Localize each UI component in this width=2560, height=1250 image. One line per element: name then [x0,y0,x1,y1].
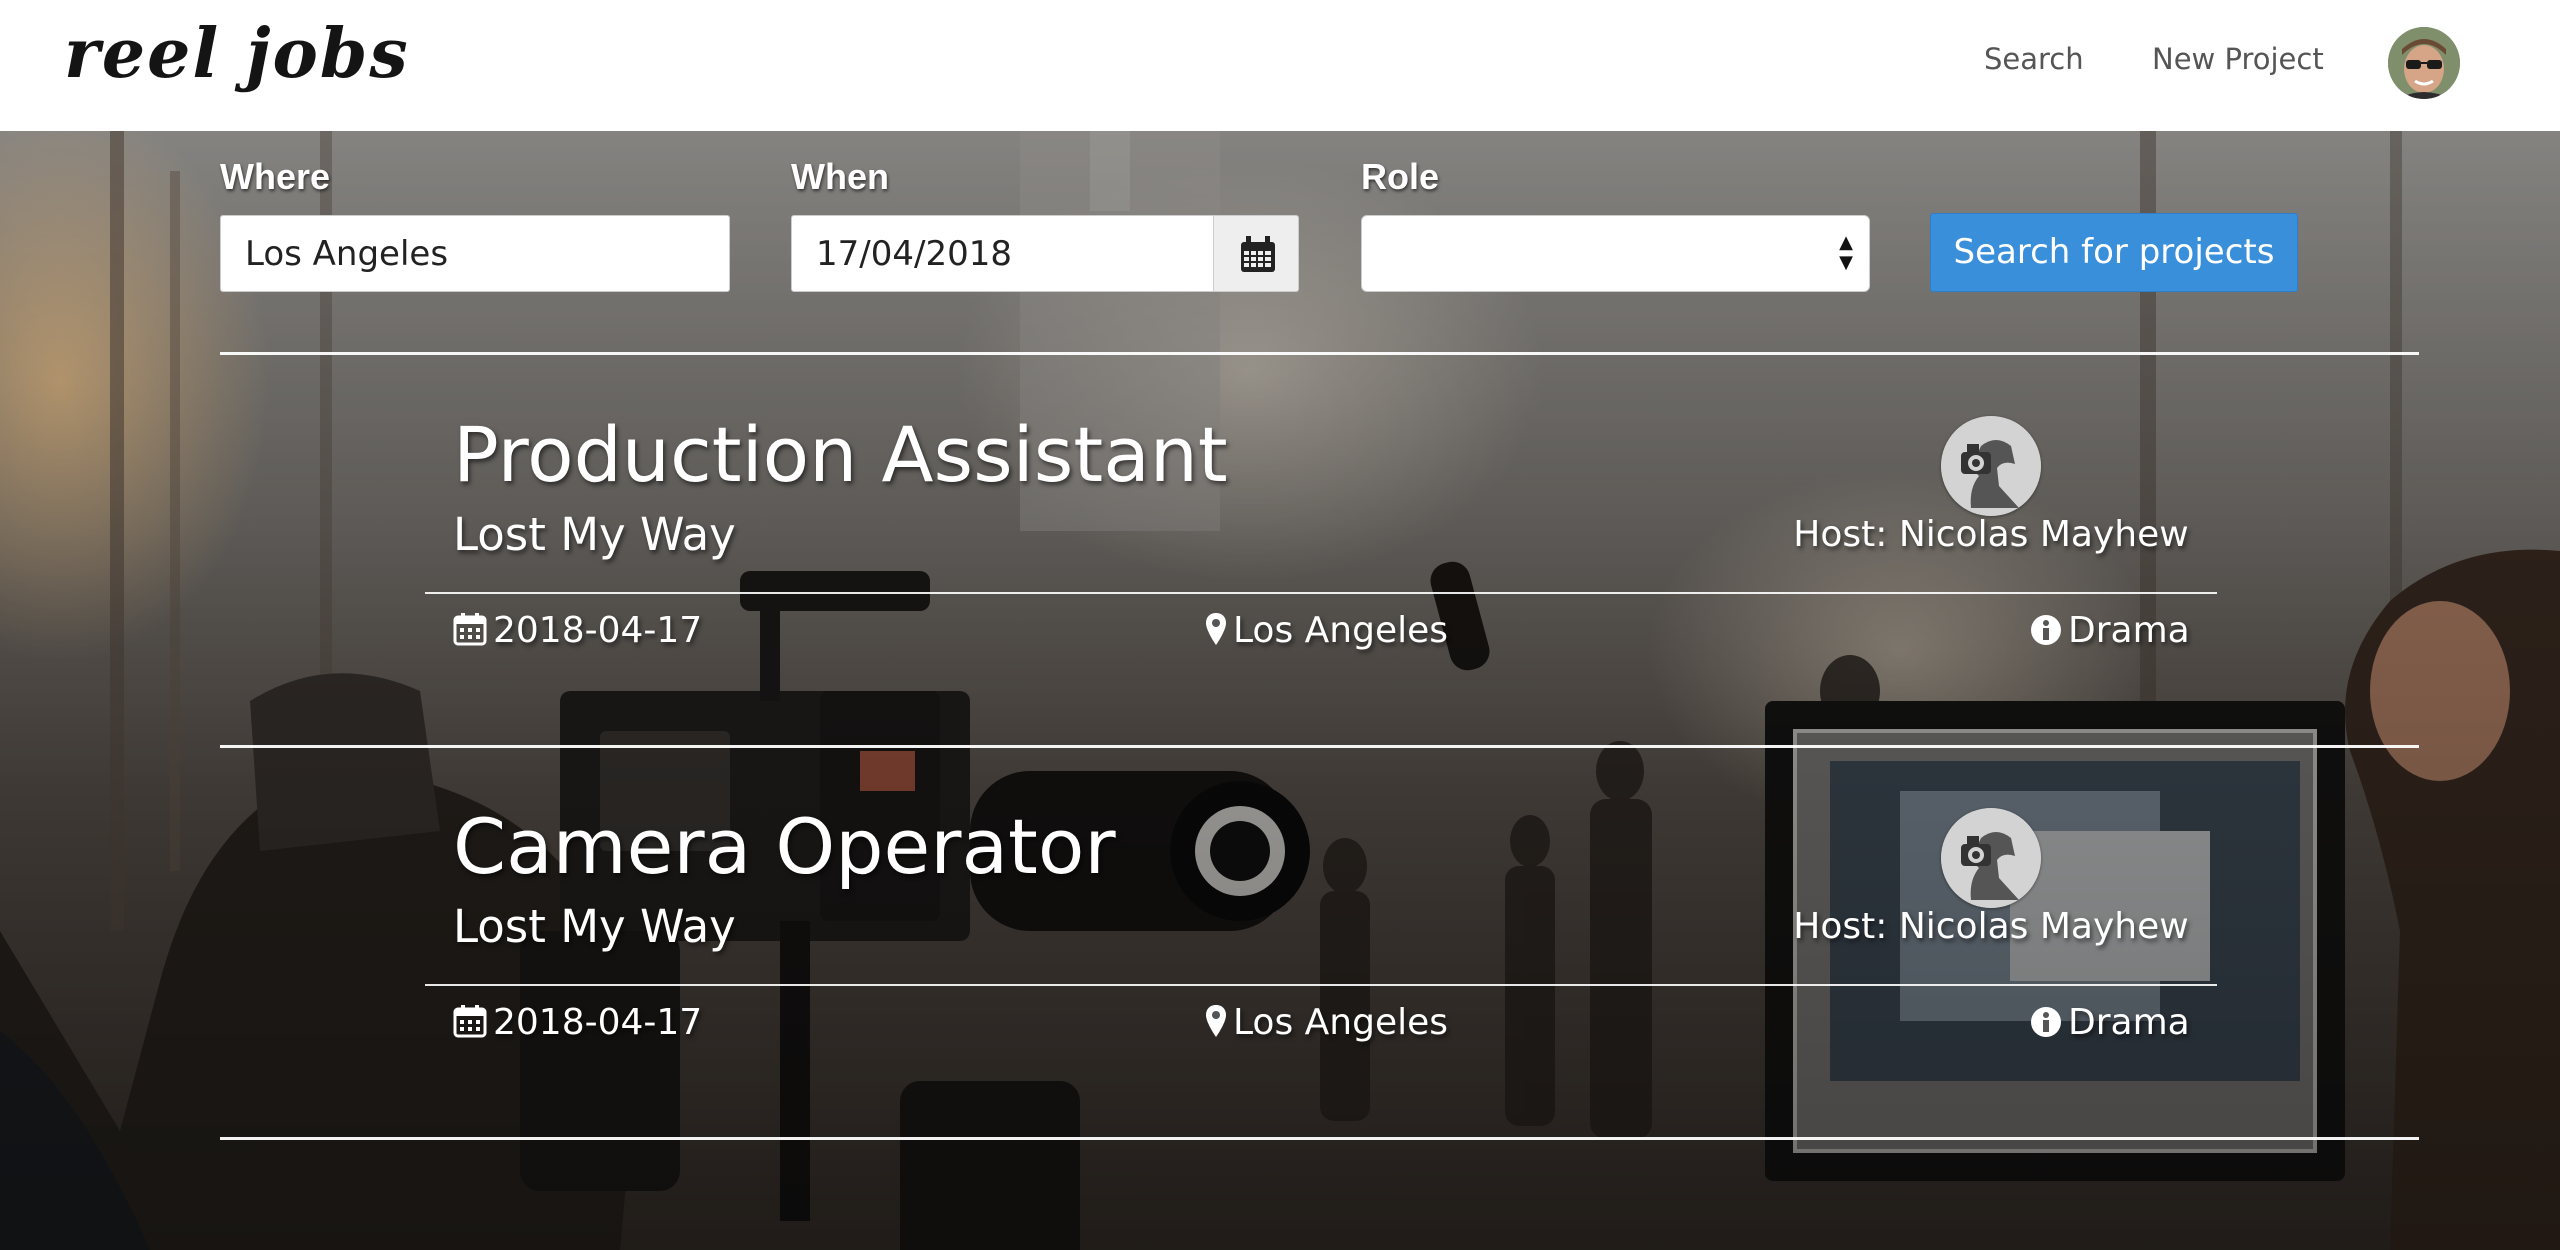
role-select[interactable]: ▲ ▼ [1361,215,1870,292]
select-arrows-icon: ▲ ▼ [1839,232,1853,273]
divider [220,745,2419,748]
calendar-icon [1241,236,1275,272]
card-divider [425,984,2217,986]
project-name: Lost My Way [453,508,736,561]
project-location-value: Los Angeles [1233,1002,1448,1043]
navbar: reel jobs Search New Project [0,0,2560,131]
project-genre-value: Drama [2068,610,2190,651]
role-title[interactable]: Camera Operator [453,802,1116,891]
avatar-face [2388,27,2460,99]
project-date-value: 2018-04-17 [493,1002,703,1043]
project-card[interactable]: Camera Operator Lost My Way Host: Nicola… [0,802,2560,1192]
calendar-icon [453,613,487,646]
nav-new-project-link[interactable]: New Project [2152,42,2324,76]
info-circle-icon [2031,615,2061,645]
search-for-projects-button[interactable]: Search for projects [1930,213,2298,292]
card-divider [425,592,2217,594]
nav-search-link[interactable]: Search [1984,42,2084,76]
map-marker-icon [1206,1005,1226,1037]
project-card[interactable]: Production Assistant Lost My Way Host: N… [0,410,2560,800]
project-genre: Drama [2030,1002,2190,1043]
host-avatar[interactable] [1941,416,2041,516]
info-circle-icon [2031,1007,2061,1037]
project-location: Los Angeles [1205,610,1448,651]
map-marker-icon [1206,613,1226,645]
camera-operator-icon [1941,808,2041,908]
project-location-value: Los Angeles [1233,610,1448,651]
date-picker-button[interactable] [1213,215,1299,292]
when-label: When [791,156,889,197]
divider [220,1137,2419,1140]
user-avatar[interactable] [2388,27,2460,99]
divider [220,352,2419,355]
host-avatar[interactable] [1941,808,2041,908]
role-label: Role [1361,156,1440,197]
role-title[interactable]: Production Assistant [453,410,1228,499]
where-label: Where [220,156,331,197]
project-genre: Drama [2030,610,2190,651]
project-date-value: 2018-04-17 [493,610,703,651]
calendar-icon [453,1005,487,1038]
project-date: 2018-04-17 [453,1002,702,1043]
search-form: Where Los Angeles When 17/04/2018 Role ▲… [0,131,2560,361]
project-name: Lost My Way [453,900,736,953]
host-name: Host: Nicolas Mayhew [1793,514,2189,555]
logo[interactable]: reel jobs [64,14,410,94]
project-date: 2018-04-17 [453,610,702,651]
host-name: Host: Nicolas Mayhew [1793,906,2189,947]
where-input[interactable]: Los Angeles [220,215,730,292]
when-date-input[interactable]: 17/04/2018 [791,215,1214,292]
project-genre-value: Drama [2068,1002,2190,1043]
project-location: Los Angeles [1205,1002,1448,1043]
camera-operator-icon [1941,416,2041,516]
